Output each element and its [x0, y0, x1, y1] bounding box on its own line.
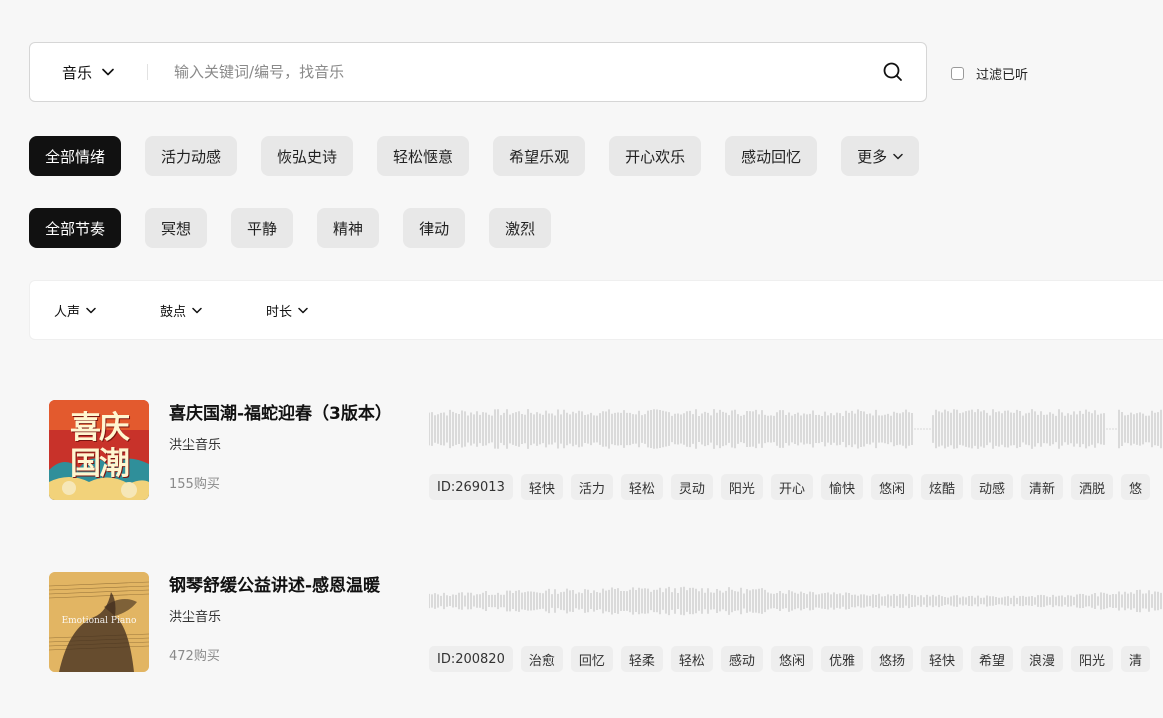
track-tag[interactable]: 清新: [1021, 474, 1064, 500]
category-select[interactable]: 音乐: [62, 62, 114, 83]
filter-heard-label: 过滤已听: [976, 68, 1029, 83]
track-purchase-count: 472购买: [169, 649, 220, 664]
dropdown-label: 时长: [266, 304, 293, 320]
search-input[interactable]: [172, 62, 882, 82]
subfilter-bar: 人声 鼓点 时长: [29, 280, 1163, 340]
chip-label: 全部节奏: [45, 219, 106, 238]
mood-chip[interactable]: 活力动感: [145, 136, 238, 176]
chip-label: 感动回忆: [741, 147, 802, 166]
track-tag[interactable]: 轻柔: [620, 646, 663, 672]
track-tag[interactable]: 轻松: [620, 474, 663, 500]
track-info: 喜庆国潮-福蛇迎春（3版本） 洪尘音乐 155购买: [169, 400, 399, 492]
track-title[interactable]: 喜庆国潮-福蛇迎春（3版本）: [169, 400, 394, 428]
chip-label: 开心欢乐: [625, 147, 686, 166]
search-divider: [147, 64, 149, 80]
chip-label: 精神: [333, 219, 364, 238]
chip-label: 律动: [419, 219, 450, 238]
track-tag[interactable]: 轻快: [920, 646, 963, 672]
track-waveform[interactable]: [429, 407, 1163, 451]
chevron-down-icon: [192, 307, 202, 313]
track-tags: ID:200820 治愈 回忆 轻柔 轻松 感动 悠闲 优雅 悠扬 轻快 希望 …: [429, 646, 1158, 672]
rhythm-chip[interactable]: 激烈: [489, 208, 552, 248]
track-tag[interactable]: 清: [1121, 646, 1151, 672]
track-id: ID:200820: [429, 646, 513, 672]
rhythm-chip[interactable]: 精神: [317, 208, 380, 248]
track-tag[interactable]: 开心: [770, 474, 813, 500]
cover-title-text: 喜庆国潮: [70, 410, 130, 482]
chip-label: 平静: [247, 219, 278, 238]
search-button[interactable]: [882, 61, 904, 83]
chip-label: 冥想: [161, 219, 192, 238]
mood-chip[interactable]: 开心欢乐: [609, 136, 702, 176]
chevron-down-icon: [298, 307, 308, 313]
dropdown-label: 人声: [54, 304, 81, 320]
track-tag[interactable]: 轻快: [520, 474, 563, 500]
track-tag[interactable]: 动感: [971, 474, 1014, 500]
chevron-down-icon: [893, 153, 903, 159]
track-purchase-count: 155购买: [169, 477, 220, 492]
more-label: 更多: [857, 147, 888, 166]
track-tag[interactable]: 阳光: [720, 474, 763, 500]
track-artist[interactable]: 洪尘音乐: [169, 606, 399, 625]
chip-label: 活力动感: [161, 147, 222, 166]
mood-chip[interactable]: 希望乐观: [493, 136, 586, 176]
track-tag[interactable]: 治愈: [520, 646, 563, 672]
track-tag[interactable]: 悠闲: [870, 474, 913, 500]
track-id: ID:269013: [429, 474, 513, 500]
chip-label: 恢弘史诗: [277, 147, 338, 166]
track-tags: ID:269013 轻快 活力 轻松 灵动 阳光 开心 愉快 悠闲 炫酷 动感 …: [429, 474, 1158, 500]
filter-heard-checkbox[interactable]: [951, 67, 964, 80]
track-tag[interactable]: 愉快: [820, 474, 863, 500]
track-waveform[interactable]: [429, 579, 1163, 623]
rhythm-chip[interactable]: 平静: [231, 208, 294, 248]
track-row[interactable]: Emotional Piano 钢琴舒缓公益讲述-感恩温暖 洪尘音乐 472购买…: [49, 572, 1163, 672]
chip-label: 激烈: [505, 219, 536, 238]
rhythm-chip-all[interactable]: 全部节奏: [29, 208, 122, 248]
duration-dropdown[interactable]: 时长: [266, 301, 308, 320]
track-tag[interactable]: 洒脱: [1071, 474, 1114, 500]
track-tag[interactable]: 灵动: [670, 474, 713, 500]
drum-dropdown[interactable]: 鼓点: [160, 301, 202, 320]
track-cover[interactable]: 喜庆国潮: [49, 400, 149, 500]
filter-heard-toggle[interactable]: 过滤已听: [951, 64, 1028, 83]
track-tag[interactable]: 悠: [1121, 474, 1151, 500]
track-tag[interactable]: 希望: [971, 646, 1014, 672]
mood-chip[interactable]: 轻松惬意: [377, 136, 470, 176]
track-artist[interactable]: 洪尘音乐: [169, 434, 399, 453]
mood-chip[interactable]: 恢弘史诗: [261, 136, 354, 176]
track-tag[interactable]: 悠闲: [770, 646, 813, 672]
track-title[interactable]: 钢琴舒缓公益讲述-感恩温暖: [169, 572, 394, 600]
track-tag[interactable]: 悠扬: [870, 646, 913, 672]
mood-filter-row: 全部情绪 活力动感 恢弘史诗 轻松惬意 希望乐观 开心欢乐 感动回忆 更多: [29, 136, 943, 176]
track-tag[interactable]: 回忆: [570, 646, 613, 672]
track-tag[interactable]: 感动: [720, 646, 763, 672]
chevron-down-icon: [102, 68, 114, 76]
dropdown-label: 鼓点: [160, 304, 187, 320]
chevron-down-icon: [86, 307, 96, 313]
mood-chip[interactable]: 感动回忆: [725, 136, 818, 176]
cover-title-text: Emotional Piano: [61, 616, 137, 626]
track-tag[interactable]: 阳光: [1071, 646, 1114, 672]
search-bar: 音乐: [29, 42, 927, 102]
vocal-dropdown[interactable]: 人声: [54, 301, 96, 320]
track-row[interactable]: 喜庆国潮 喜庆国潮-福蛇迎春（3版本） 洪尘音乐 155购买 ID:269013…: [49, 400, 1163, 500]
mood-chip-all[interactable]: 全部情绪: [29, 136, 122, 176]
track-tag[interactable]: 炫酷: [920, 474, 963, 500]
track-tag[interactable]: 活力: [570, 474, 613, 500]
mood-more-button[interactable]: 更多: [841, 136, 920, 176]
track-tag[interactable]: 优雅: [820, 646, 863, 672]
track-info: 钢琴舒缓公益讲述-感恩温暖 洪尘音乐 472购买: [169, 572, 399, 664]
track-cover[interactable]: Emotional Piano: [49, 572, 149, 672]
rhythm-chip[interactable]: 律动: [403, 208, 466, 248]
chip-label: 轻松惬意: [393, 147, 454, 166]
chip-label: 希望乐观: [509, 147, 570, 166]
category-select-label: 音乐: [62, 63, 93, 82]
rhythm-chip[interactable]: 冥想: [145, 208, 208, 248]
track-tag[interactable]: 轻松: [670, 646, 713, 672]
search-icon: [883, 62, 902, 81]
rhythm-filter-row: 全部节奏 冥想 平静 精神 律动 激烈: [29, 208, 575, 248]
chip-label: 全部情绪: [45, 147, 106, 166]
track-tag[interactable]: 浪漫: [1021, 646, 1064, 672]
